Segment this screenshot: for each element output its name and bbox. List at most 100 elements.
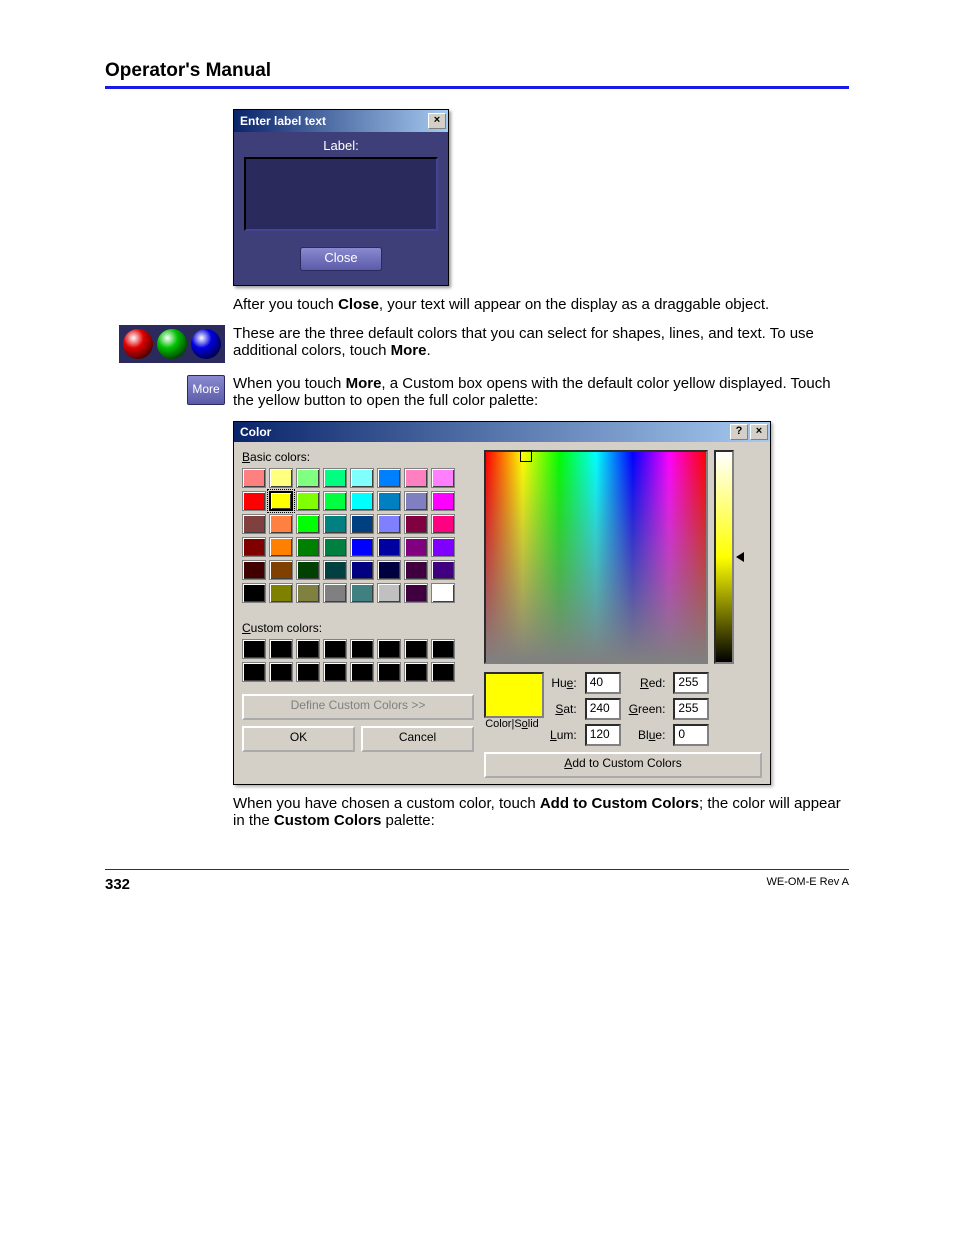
basic-color-swatch[interactable] [242,560,266,580]
luminance-slider[interactable] [714,450,734,664]
basic-color-swatch[interactable] [350,560,374,580]
custom-color-swatch[interactable] [350,662,374,682]
basic-color-swatch[interactable] [269,537,293,557]
doc-id: WE-OM-E Rev A [766,876,849,893]
basic-color-swatch[interactable] [431,537,455,557]
label-textarea[interactable] [244,157,438,231]
red-input[interactable]: 255 [673,672,709,694]
basic-color-swatch[interactable] [350,468,374,488]
basic-color-swatch[interactable] [242,537,266,557]
basic-color-swatch[interactable] [269,468,293,488]
paragraph: When you touch More, a Custom box opens … [233,375,849,409]
red-label: Red: [629,676,666,690]
custom-color-swatch[interactable] [431,639,455,659]
custom-color-swatch[interactable] [404,662,428,682]
blue-label: Blue: [629,728,666,742]
basic-color-swatch[interactable] [296,491,320,511]
custom-color-swatch[interactable] [242,639,266,659]
close-icon[interactable]: × [750,424,768,440]
help-icon[interactable]: ? [730,424,748,440]
custom-color-swatch[interactable] [404,639,428,659]
basic-color-swatch[interactable] [350,491,374,511]
green-input[interactable]: 255 [673,698,709,720]
custom-color-swatch[interactable] [296,662,320,682]
custom-color-swatch[interactable] [377,662,401,682]
basic-color-swatch[interactable] [404,560,428,580]
basic-color-swatch[interactable] [404,514,428,534]
basic-color-swatch[interactable] [323,491,347,511]
basic-color-swatch[interactable] [323,514,347,534]
basic-color-swatch[interactable] [242,468,266,488]
basic-color-swatch[interactable] [377,468,401,488]
green-ball-icon[interactable] [157,329,187,359]
basic-color-swatch[interactable] [350,583,374,603]
basic-color-swatch[interactable] [350,537,374,557]
basic-color-swatch[interactable] [377,583,401,603]
basic-color-swatch[interactable] [404,491,428,511]
enter-label-dialog: Enter label text × Label: Close [233,109,449,286]
basic-color-swatch[interactable] [323,560,347,580]
basic-color-swatch[interactable] [377,491,401,511]
custom-color-swatch[interactable] [269,662,293,682]
label-field-label: Label: [244,138,438,153]
paragraph: After you touch Close, your text will ap… [233,296,849,313]
custom-color-swatch[interactable] [323,662,347,682]
basic-color-swatch[interactable] [323,468,347,488]
basic-color-swatch[interactable] [377,537,401,557]
page-number: 332 [105,876,130,893]
basic-color-swatch[interactable] [269,560,293,580]
red-ball-icon[interactable] [123,329,153,359]
hue-input[interactable]: 40 [585,672,621,694]
basic-color-swatch[interactable] [269,514,293,534]
basic-color-swatch[interactable] [431,468,455,488]
close-icon[interactable]: × [428,113,446,129]
color-gradient-picker[interactable] [484,450,708,664]
basic-color-swatch[interactable] [296,537,320,557]
basic-color-swatch[interactable] [404,468,428,488]
basic-color-swatch[interactable] [296,560,320,580]
custom-color-swatch[interactable] [269,639,293,659]
color-solid-preview[interactable] [484,672,544,718]
basic-color-swatch[interactable] [431,583,455,603]
basic-color-swatch[interactable] [296,514,320,534]
custom-color-swatch[interactable] [323,639,347,659]
basic-color-swatch[interactable] [242,583,266,603]
sat-input[interactable]: 240 [585,698,621,720]
custom-color-swatch[interactable] [377,639,401,659]
basic-color-swatch[interactable] [377,514,401,534]
paragraph: These are the three default colors that … [233,325,849,363]
basic-color-swatch[interactable] [323,537,347,557]
more-button[interactable]: More [187,375,225,405]
basic-color-swatch[interactable] [404,583,428,603]
footer-rule [105,869,849,870]
basic-color-swatch[interactable] [296,468,320,488]
add-to-custom-colors-button[interactable]: Add to Custom Colors [484,752,762,778]
page-title: Operator's Manual [105,60,849,86]
default-color-swatches [119,325,225,363]
ok-button[interactable]: OK [242,726,355,752]
blue-ball-icon[interactable] [191,329,221,359]
custom-color-swatch[interactable] [350,639,374,659]
basic-color-swatch[interactable] [242,514,266,534]
basic-color-swatch[interactable] [269,583,293,603]
basic-color-swatch[interactable] [431,560,455,580]
paragraph: When you have chosen a custom color, tou… [233,795,849,829]
custom-color-swatch[interactable] [431,662,455,682]
basic-color-swatch[interactable] [431,514,455,534]
basic-color-swatch[interactable] [404,537,428,557]
close-button[interactable]: Close [300,247,382,271]
custom-color-swatch[interactable] [296,639,320,659]
header-rule [105,86,849,89]
custom-color-swatch[interactable] [242,662,266,682]
blue-input[interactable]: 0 [673,724,709,746]
basic-color-swatch[interactable] [350,514,374,534]
cancel-button[interactable]: Cancel [361,726,474,752]
basic-color-swatch[interactable] [377,560,401,580]
lum-label: Lum: [550,728,577,742]
basic-color-swatch[interactable] [431,491,455,511]
lum-input[interactable]: 120 [585,724,621,746]
basic-color-swatch[interactable] [269,491,293,511]
basic-color-swatch[interactable] [296,583,320,603]
basic-color-swatch[interactable] [323,583,347,603]
basic-color-swatch[interactable] [242,491,266,511]
